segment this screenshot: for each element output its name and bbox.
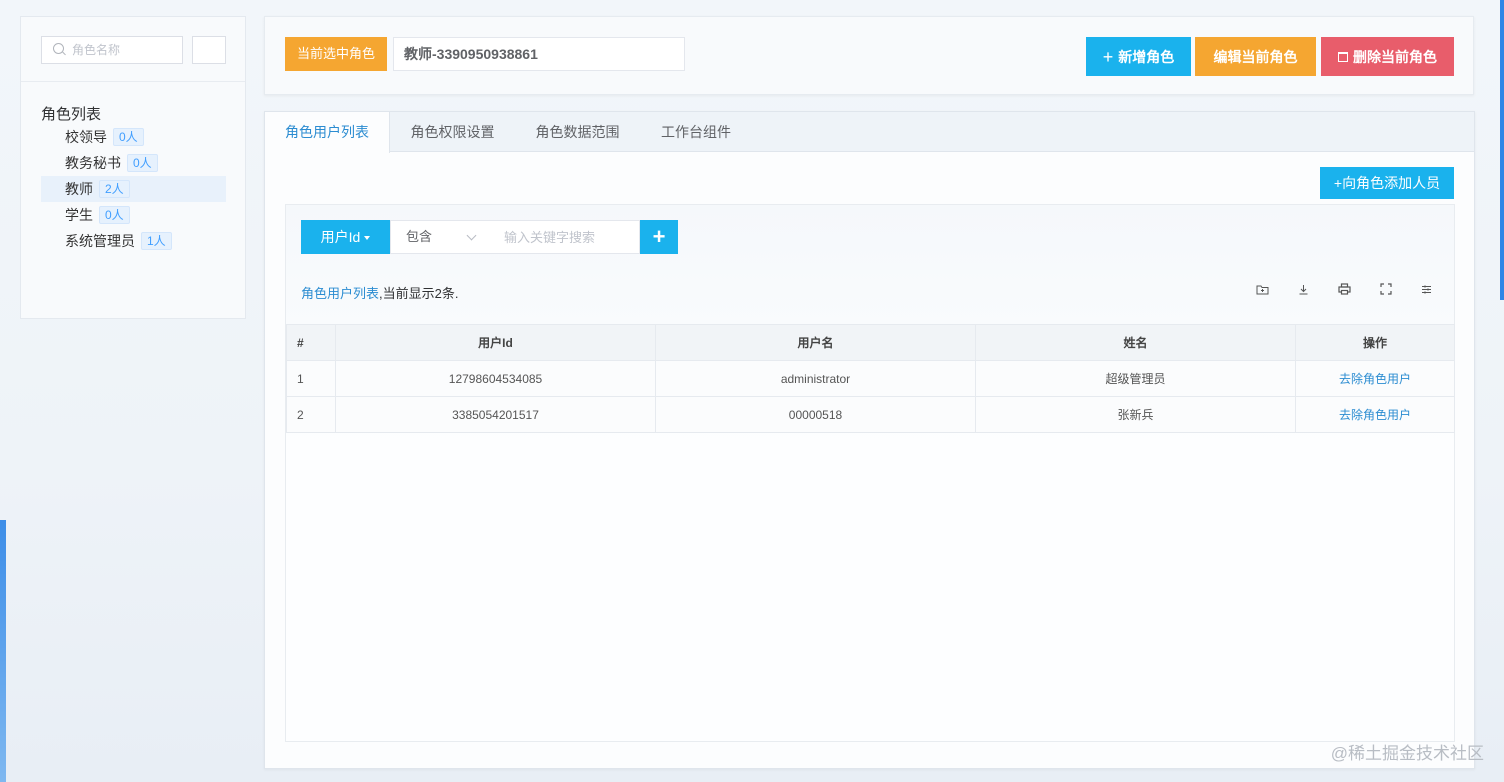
table-caption: 角色用户列表,当前显示2条. xyxy=(301,283,458,302)
tab-role-users[interactable]: 角色用户列表 xyxy=(265,112,390,153)
role-search-box[interactable] xyxy=(41,36,183,64)
role-node-label: 教务秘书 xyxy=(65,155,121,171)
cell-action: 去除角色用户 xyxy=(1295,360,1455,397)
column-header-index: # xyxy=(286,324,336,361)
role-count-badge: 0人 xyxy=(99,206,130,224)
remove-role-user-link[interactable]: 去除角色用户 xyxy=(1339,372,1411,386)
column-header-username[interactable]: 用户名 xyxy=(655,324,976,361)
role-toolbar: 当前选中角色 教师-3390950938861 + 新增角色 编辑当前角色 删除… xyxy=(264,16,1474,95)
cell-user-id: 3385054201517 xyxy=(335,396,656,433)
cell-username: administrator xyxy=(655,360,976,397)
table-caption-title: 角色用户列表 xyxy=(301,286,380,301)
role-node-label: 系统管理员 xyxy=(65,233,135,249)
add-role-button[interactable]: + 新增角色 xyxy=(1086,37,1191,76)
chevron-down-icon xyxy=(466,230,477,241)
role-tree-root[interactable]: 角色列表 xyxy=(41,103,101,124)
role-sidebar: 角色列表 校领导 0人 教务秘书 0人 教师 2人 学生 0人 系统管理员 1人 xyxy=(20,16,246,319)
tab-role-permissions[interactable]: 角色权限设置 xyxy=(390,112,515,152)
caret-down-icon xyxy=(364,236,371,240)
download-icon[interactable] xyxy=(1294,283,1313,299)
add-member-button[interactable]: +向角色添加人员 xyxy=(1320,167,1454,199)
table-header-row: # 用户Id 用户名 姓名 操作 xyxy=(286,324,1455,361)
role-node-school-leader[interactable]: 校领导 0人 xyxy=(41,124,226,150)
cell-index: 1 xyxy=(286,360,336,397)
filter-operator-select[interactable]: 包含 xyxy=(390,220,490,254)
fullscreen-icon[interactable] xyxy=(1376,283,1395,299)
print-icon[interactable] xyxy=(1335,283,1354,299)
left-edge-decoration xyxy=(0,520,6,782)
tab-workbench-widgets[interactable]: 工作台组件 xyxy=(640,112,752,152)
role-count-badge: 0人 xyxy=(113,128,144,146)
role-node-academic-secretary[interactable]: 教务秘书 0人 xyxy=(41,150,226,176)
role-node-label: 学生 xyxy=(65,207,93,223)
cell-name: 张新兵 xyxy=(975,396,1296,433)
role-node-teacher[interactable]: 教师 2人 xyxy=(41,176,226,202)
column-header-user-id[interactable]: 用户Id xyxy=(335,324,656,361)
filter-keyword-input[interactable] xyxy=(489,220,640,254)
role-count-badge: 0人 xyxy=(127,154,158,172)
role-users-table: # 用户Id 用户名 姓名 操作 1 12798604534085 admini… xyxy=(286,324,1455,433)
trash-icon xyxy=(1338,51,1348,62)
cell-user-id: 12798604534085 xyxy=(335,360,656,397)
tab-bar: 角色用户列表 角色权限设置 角色数据范围 工作台组件 xyxy=(265,112,1474,153)
table-caption-count: ,当前显示2条. xyxy=(379,286,459,301)
export-folder-icon[interactable] xyxy=(1253,283,1272,299)
cell-action: 去除角色用户 xyxy=(1295,396,1455,433)
sidebar-divider xyxy=(21,81,245,82)
filter-field-dropdown[interactable]: 用户Id xyxy=(301,220,390,254)
cell-username: 00000518 xyxy=(655,396,976,433)
right-edge-decoration xyxy=(1500,0,1504,300)
current-role-label: 当前选中角色 xyxy=(285,37,388,71)
role-search-input[interactable] xyxy=(72,41,177,59)
search-icon xyxy=(53,43,64,54)
role-count-badge: 2人 xyxy=(99,180,130,198)
role-node-sysadmin[interactable]: 系统管理员 1人 xyxy=(41,228,226,254)
remove-role-user-link[interactable]: 去除角色用户 xyxy=(1339,408,1411,422)
table-row: 2 3385054201517 00000518 张新兵 去除角色用户 xyxy=(286,396,1455,433)
column-settings-icon[interactable] xyxy=(1417,283,1436,299)
plus-icon: + xyxy=(1102,46,1114,67)
role-detail-panel: 角色用户列表 角色权限设置 角色数据范围 工作台组件 +向角色添加人员 用户Id… xyxy=(264,111,1475,769)
delete-role-button[interactable]: 删除当前角色 xyxy=(1321,37,1454,76)
role-node-student[interactable]: 学生 0人 xyxy=(41,202,226,228)
user-list-card: 用户Id 包含 + 角色用户列表,当前显示2条. xyxy=(285,204,1455,742)
add-filter-button[interactable]: + xyxy=(640,220,678,254)
watermark: @稀土掘金技术社区 xyxy=(1330,744,1484,763)
table-toolbar xyxy=(1253,283,1436,299)
role-node-label: 教师 xyxy=(65,181,93,197)
column-header-action: 操作 xyxy=(1295,324,1455,361)
current-role-value: 教师-3390950938861 xyxy=(393,37,685,71)
delete-role-label: 删除当前角色 xyxy=(1353,48,1437,65)
filter-operator-label: 包含 xyxy=(406,229,433,244)
role-count-badge: 1人 xyxy=(141,232,172,250)
edit-role-label: 编辑当前角色 xyxy=(1213,48,1298,65)
column-header-name[interactable]: 姓名 xyxy=(975,324,1296,361)
table-row: 1 12798604534085 administrator 超级管理员 去除角… xyxy=(286,360,1455,397)
cell-index: 2 xyxy=(286,396,336,433)
cell-name: 超级管理员 xyxy=(975,360,1296,397)
role-node-label: 校领导 xyxy=(65,129,107,145)
role-search-button[interactable] xyxy=(192,36,226,64)
edit-role-button[interactable]: 编辑当前角色 xyxy=(1195,37,1316,76)
filter-field-label: 用户Id xyxy=(320,229,361,245)
add-role-label: 新增角色 xyxy=(1118,48,1175,65)
tab-role-data-scope[interactable]: 角色数据范围 xyxy=(515,112,640,152)
